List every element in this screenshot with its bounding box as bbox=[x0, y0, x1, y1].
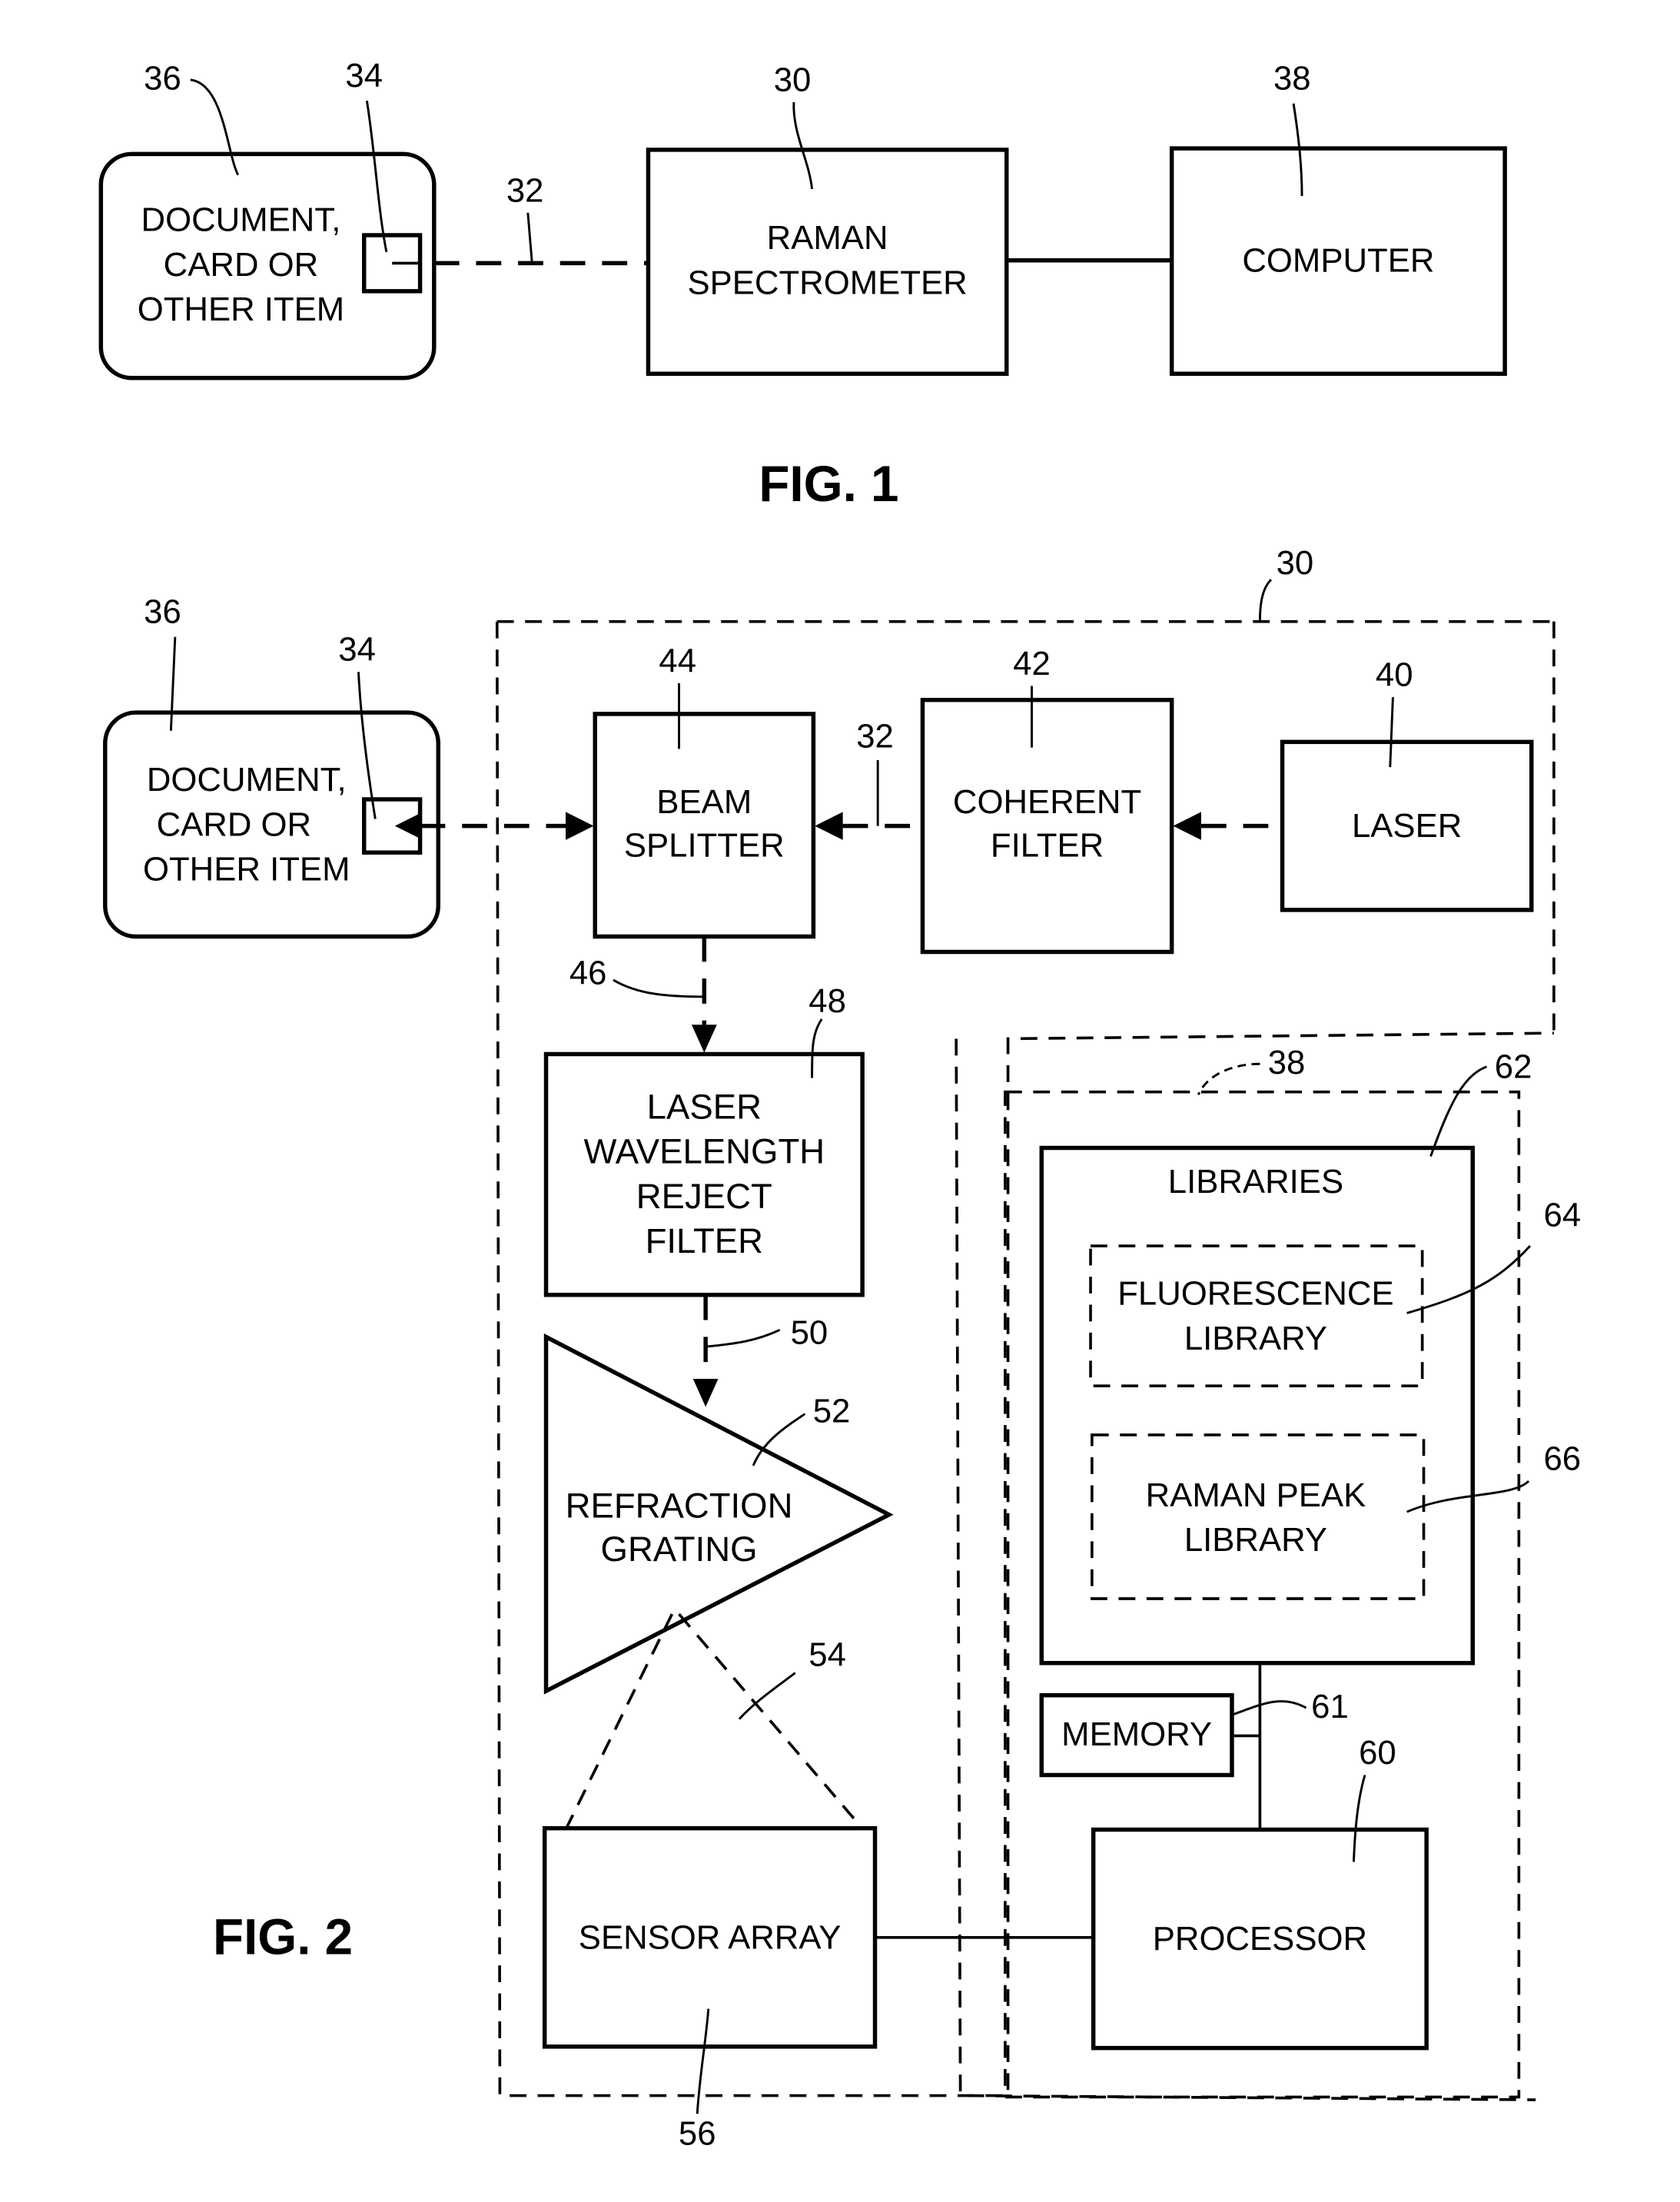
fig2-ref-52: 52 bbox=[813, 1393, 851, 1430]
fig2-coherent-filter-box bbox=[920, 697, 1174, 955]
fig2-leader-60 bbox=[1352, 1775, 1366, 1862]
fig2-beam-splitter-line1: BEAM bbox=[656, 783, 752, 821]
fig2-ref-36: 36 bbox=[144, 593, 181, 631]
fig2-arrow-into-filter bbox=[1173, 812, 1201, 840]
fig1-leader-32 bbox=[526, 212, 533, 264]
fig1-raman-line1: RAMAN bbox=[767, 219, 888, 257]
fig1-ref-36: 36 bbox=[144, 60, 181, 98]
fig1-document-line1: DOCUMENT, bbox=[141, 201, 341, 239]
fig2-caption: FIG. 2 bbox=[213, 1909, 353, 1965]
fig2-leader-56 bbox=[696, 2008, 710, 2114]
fig2-reject-filter-line4: FILTER bbox=[646, 1221, 763, 1260]
fig1-raman-spectrometer-box bbox=[646, 148, 1009, 377]
fig2-coherent-filter-line1: COHERENT bbox=[953, 783, 1141, 821]
fig2-arrow-into-splitter-right bbox=[815, 812, 843, 840]
fig2-ref-40: 40 bbox=[1376, 656, 1413, 693]
fig2-leader-61 bbox=[1231, 1700, 1307, 1716]
fig2-processor-label: PROCESSOR bbox=[1153, 1920, 1367, 1958]
fig2-leader-66 bbox=[1406, 1480, 1530, 1513]
fig2-document-line2: CARD OR bbox=[157, 805, 312, 843]
fig2-ref-54: 54 bbox=[808, 1636, 846, 1673]
fig2-arrow-into-reject-filter bbox=[691, 1025, 717, 1053]
fig2-reject-filter-line2: WAVELENGTH bbox=[584, 1132, 825, 1171]
fig1-document-line2: CARD OR bbox=[164, 246, 319, 284]
fig2-ref-66: 66 bbox=[1544, 1440, 1582, 1477]
fig2-ref-46: 46 bbox=[569, 954, 607, 991]
fig1-ref-34: 34 bbox=[345, 57, 383, 95]
fig2-document-line1: DOCUMENT, bbox=[147, 761, 347, 799]
fig2-ref-38: 38 bbox=[1268, 1044, 1306, 1081]
fig2-leader-62 bbox=[1429, 1065, 1487, 1157]
fig2-leader-36 bbox=[169, 636, 177, 731]
fig2-arrow-into-spot bbox=[394, 813, 420, 839]
fig2-leader-38 bbox=[1197, 1062, 1260, 1095]
fig1-ref-32: 32 bbox=[506, 171, 544, 209]
fig2-laser-label: LASER bbox=[1352, 807, 1462, 845]
fig2-ref-48: 48 bbox=[808, 982, 846, 1020]
fig2-ref-56: 56 bbox=[679, 2114, 716, 2152]
fig1-leader-30 bbox=[792, 101, 814, 190]
fig2-raman-peak-line1: RAMAN PEAK bbox=[1146, 1476, 1366, 1514]
fig2-document-line3: OTHER ITEM bbox=[143, 851, 350, 888]
fig2-libraries-box bbox=[1039, 1145, 1475, 1666]
fig2-leader-40 bbox=[1389, 696, 1394, 768]
fig2-ref-34: 34 bbox=[338, 631, 376, 669]
fig2-ref-61: 61 bbox=[1311, 1688, 1349, 1725]
fig2-leader-48 bbox=[811, 1018, 823, 1078]
fig2-beam-splitter-line2: SPLITTER bbox=[624, 827, 785, 865]
fig2-ref-60: 60 bbox=[1359, 1734, 1396, 1772]
fig2-grating-line1: REFRACTION bbox=[566, 1486, 793, 1525]
patent-drawing-sheet: DOCUMENT, CARD OR OTHER ITEM 36 34 32 RA… bbox=[98, 57, 1582, 2152]
fig2-ref-30: 30 bbox=[1277, 544, 1314, 582]
fig1: DOCUMENT, CARD OR OTHER ITEM 36 34 32 RA… bbox=[98, 57, 1507, 512]
fig2-fluorescence-line2: LIBRARY bbox=[1184, 1320, 1327, 1357]
fig2-leader-54 bbox=[738, 1672, 796, 1720]
fig2-ref-32: 32 bbox=[856, 718, 894, 756]
fig2-memory-label: MEMORY bbox=[1061, 1715, 1212, 1753]
fig2-coherent-filter-line2: FILTER bbox=[991, 827, 1104, 865]
fig2-raman-peak-line2: LIBRARY bbox=[1184, 1521, 1327, 1559]
fig2: 30 38 DOCUMENT, CARD OR OTHER ITEM 36 34… bbox=[103, 544, 1582, 2152]
fig2-arrow-into-splitter bbox=[566, 812, 594, 840]
fig1-leader-36 bbox=[190, 78, 240, 176]
fig2-leader-34 bbox=[357, 672, 377, 819]
fig2-libraries-label: LIBRARIES bbox=[1168, 1163, 1343, 1201]
fig2-raman-peak-library-box bbox=[1091, 1433, 1426, 1600]
fig2-dispersion-left bbox=[566, 1613, 674, 1828]
fig2-sensor-array-label: SENSOR ARRAY bbox=[579, 1918, 842, 1956]
fig2-fluorescence-library-box bbox=[1089, 1244, 1424, 1387]
fig1-document-line3: OTHER ITEM bbox=[138, 291, 345, 328]
fig2-leader-50 bbox=[706, 1328, 781, 1348]
fig1-leader-34 bbox=[365, 100, 388, 253]
fig1-caption: FIG. 1 bbox=[759, 456, 898, 512]
fig2-ref-44: 44 bbox=[659, 642, 696, 679]
fig2-ref-50: 50 bbox=[791, 1314, 828, 1352]
fig2-reject-filter-line3: REJECT bbox=[636, 1177, 772, 1216]
fig2-ref-64: 64 bbox=[1544, 1197, 1582, 1234]
fig2-ref-62: 62 bbox=[1495, 1048, 1532, 1085]
fig2-ref-42: 42 bbox=[1013, 645, 1051, 683]
fig1-ref-30: 30 bbox=[774, 61, 812, 98]
fig2-beam-splitter-box bbox=[593, 712, 816, 939]
fig1-computer-label: COMPUTER bbox=[1242, 241, 1434, 279]
fig2-arrow-into-grating bbox=[692, 1379, 719, 1407]
fig2-grating-line2: GRATING bbox=[601, 1529, 758, 1569]
fig1-ref-38: 38 bbox=[1273, 60, 1311, 98]
fig2-leader-64 bbox=[1406, 1245, 1532, 1314]
fig2-leader-30 bbox=[1258, 579, 1273, 622]
fig1-raman-line2: SPECTROMETER bbox=[687, 264, 967, 301]
fig2-reject-filter-line1: LASER bbox=[647, 1087, 762, 1126]
fig2-fluorescence-line1: FLUORESCENCE bbox=[1117, 1275, 1393, 1313]
fig2-leader-46 bbox=[613, 978, 705, 998]
